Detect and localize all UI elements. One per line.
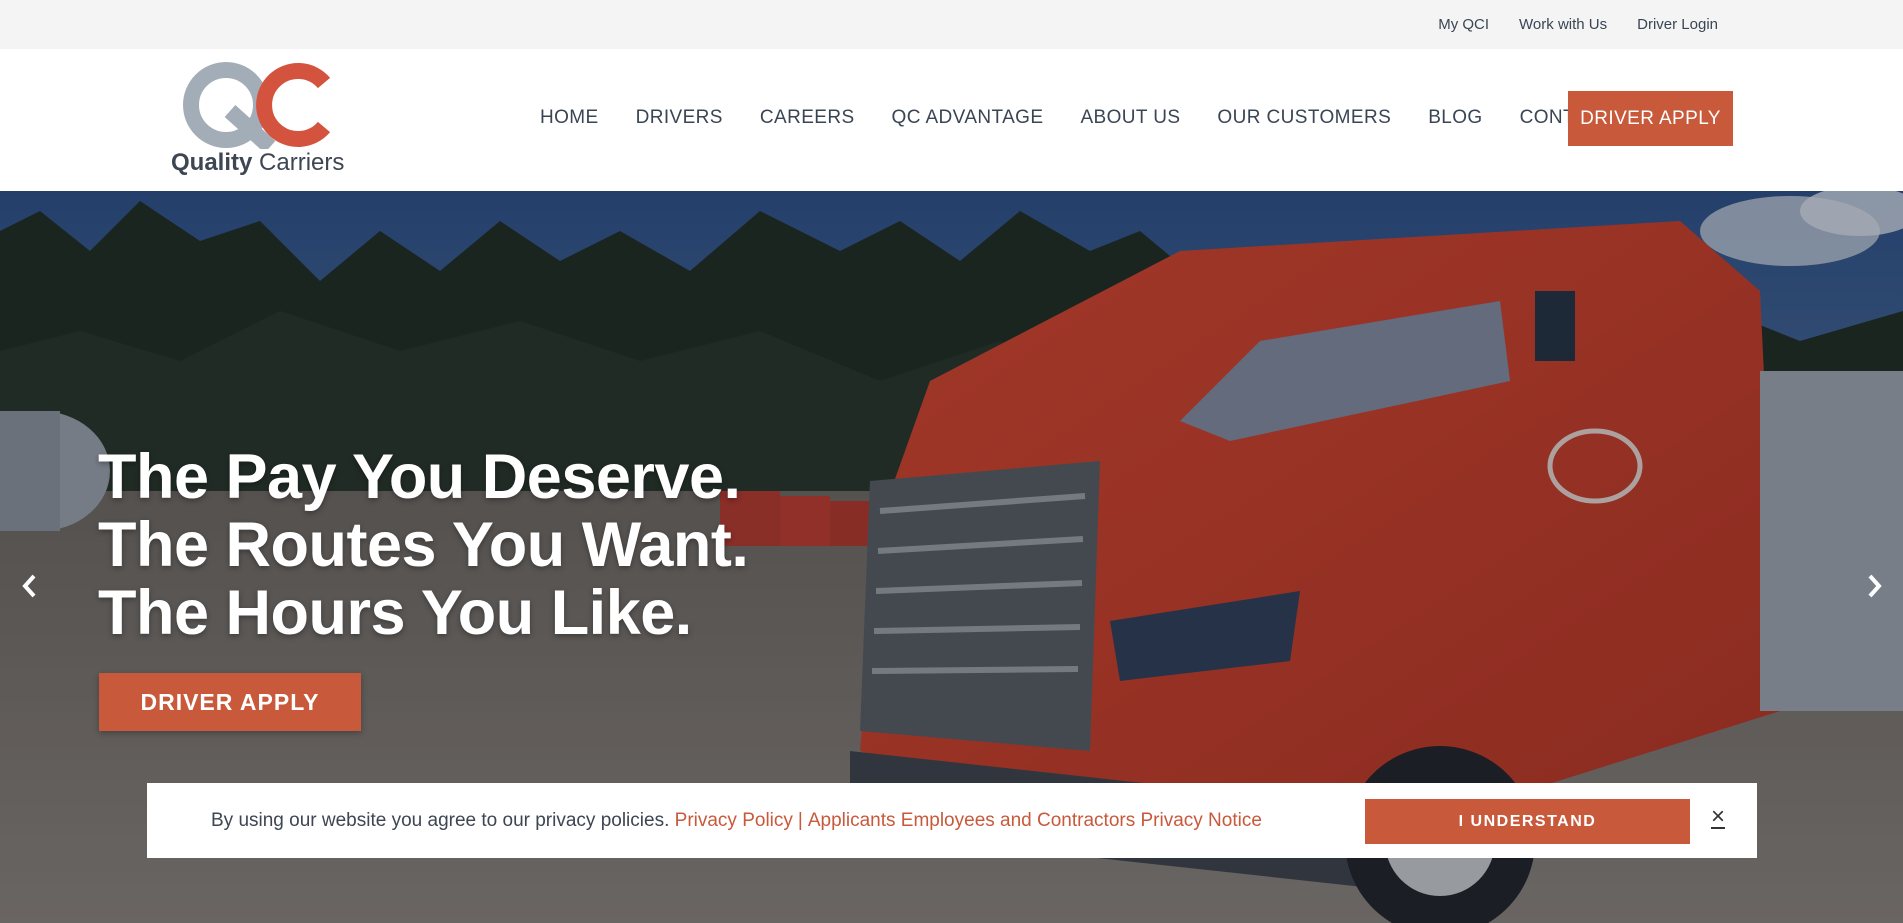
cookie-message: By using our website you agree to our pr… (211, 809, 670, 831)
logo-name-light: Carriers (259, 149, 345, 176)
nav-item-careers[interactable]: CAREERS (760, 107, 855, 129)
utility-link-driver-login[interactable]: Driver Login (1637, 16, 1718, 33)
close-icon: × (1710, 803, 1725, 830)
cookie-consent-banner: By using our website you agree to our pr… (147, 783, 1757, 858)
nav-item-drivers[interactable]: DRIVERS (636, 107, 723, 129)
privacy-policy-link[interactable]: Privacy Policy (675, 810, 793, 832)
logo-wordmark: Quality Carriers (171, 149, 344, 177)
utility-bar: My QCI Work with Us Driver Login (0, 0, 1903, 49)
hero-headline-line-3: The Hours You Like. (98, 578, 692, 648)
cookie-message-row: By using our website you agree to our pr… (211, 783, 1262, 858)
slider-prev-button[interactable] (14, 566, 44, 606)
chevron-left-icon (22, 574, 36, 598)
cookie-close-button[interactable]: × (1705, 805, 1731, 831)
qc-logo-mark (183, 62, 331, 149)
nav-item-qc-advantage[interactable]: QC ADVANTAGE (892, 107, 1044, 129)
site-header: Quality Carriers HOME DRIVERS CAREERS QC… (0, 49, 1903, 191)
hero-headline: The Pay You Deserve. The Routes You Want… (98, 442, 749, 648)
utility-link-my-qci[interactable]: My QCI (1438, 16, 1489, 33)
chevron-right-icon (1868, 574, 1882, 598)
privacy-notice-link[interactable]: Applicants Employees and Contractors Pri… (808, 810, 1262, 832)
nav-item-our-customers[interactable]: OUR CUSTOMERS (1217, 107, 1391, 129)
nav-item-about-us[interactable]: ABOUT US (1080, 107, 1180, 129)
slider-next-button[interactable] (1860, 566, 1890, 606)
logo-name-bold: Quality (171, 149, 253, 176)
utility-link-work-with-us[interactable]: Work with Us (1519, 16, 1607, 33)
hero-headline-line-1: The Pay You Deserve. (98, 442, 741, 512)
main-nav: HOME DRIVERS CAREERS QC ADVANTAGE ABOUT … (540, 90, 1650, 146)
nav-item-blog[interactable]: BLOG (1428, 107, 1482, 129)
cookie-accept-button[interactable]: I UNDERSTAND (1365, 799, 1690, 844)
site-logo[interactable]: Quality Carriers (168, 61, 353, 181)
cookie-link-separator: | (797, 809, 803, 831)
nav-item-home[interactable]: HOME (540, 107, 599, 129)
utility-nav: My QCI Work with Us Driver Login (1438, 0, 1718, 49)
hero-headline-line-2: The Routes You Want. (98, 510, 749, 580)
hero-driver-apply-button[interactable]: DRIVER APPLY (99, 673, 361, 731)
nav-driver-apply-button[interactable]: DRIVER APPLY (1568, 91, 1733, 146)
